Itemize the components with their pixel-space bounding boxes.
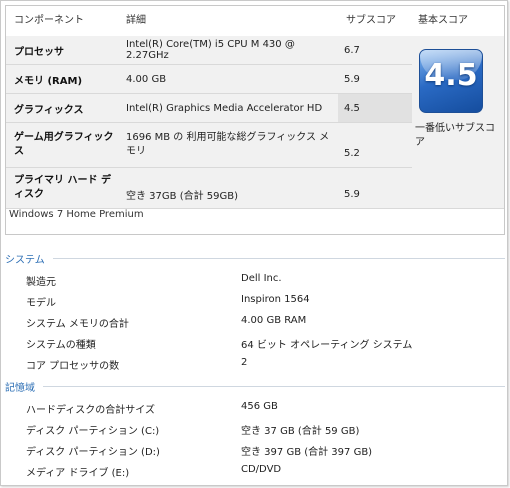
subscore-primary-disk: 5.9 bbox=[344, 188, 360, 200]
base-score-caption: 一番低いサブスコア bbox=[415, 123, 495, 148]
system-key: 製造元 bbox=[26, 277, 56, 288]
system-value: 2 bbox=[241, 357, 248, 368]
subscore-processor: 6.7 bbox=[344, 44, 360, 56]
header-subscore: サブスコア bbox=[346, 15, 396, 26]
header-basescore: 基本スコア bbox=[418, 15, 468, 26]
storage-heading: 記憶域 bbox=[5, 383, 35, 394]
window-frame: コンポーネント 詳細 サブスコア 基本スコア プロセッサ Intel(R) Co… bbox=[0, 0, 508, 486]
system-value: Inspiron 1564 bbox=[241, 294, 310, 305]
component-primary-disk: プライマリ ハード ディスク bbox=[14, 175, 111, 200]
subscore-graphics: 4.5 bbox=[344, 102, 360, 114]
subscore-gaming-graphics: 5.2 bbox=[344, 147, 360, 159]
detail-processor: Intel(R) Core(TM) i5 CPU M 430 @ 2.27GHz bbox=[126, 39, 295, 61]
system-value: 4.00 GB RAM bbox=[241, 315, 307, 326]
component-memory: メモリ (RAM) bbox=[14, 75, 83, 87]
storage-key: ディスク パーティション (C:) bbox=[26, 426, 160, 437]
detail-memory: 4.00 GB bbox=[126, 73, 167, 85]
system-divider bbox=[53, 258, 505, 259]
base-score-value: 4.5 bbox=[424, 58, 478, 93]
score-table: コンポーネント 詳細 サブスコア 基本スコア プロセッサ Intel(R) Co… bbox=[5, 5, 505, 235]
detail-graphics: Intel(R) Graphics Media Accelerator HD bbox=[126, 102, 323, 114]
storage-key: ディスク パーティション (D:) bbox=[26, 447, 160, 458]
storage-value: 空き 37 GB (合計 59 GB) bbox=[241, 426, 360, 437]
detail-gaming-graphics: 1696 MB の 利用可能な総グラフィックス メモリ bbox=[126, 132, 330, 157]
header-component: コンポーネント bbox=[14, 15, 84, 26]
system-key: システム メモリの合計 bbox=[26, 319, 129, 330]
component-graphics: グラフィックス bbox=[14, 104, 84, 116]
header-detail: 詳細 bbox=[126, 15, 146, 26]
system-key: システムの種類 bbox=[26, 340, 96, 351]
subscore-memory: 5.9 bbox=[344, 73, 360, 85]
detail-primary-disk: 空き 37GB (合計 59GB) bbox=[126, 190, 239, 202]
system-key: コア プロセッサの数 bbox=[26, 361, 120, 372]
storage-value: 456 GB bbox=[241, 401, 278, 412]
component-gaming-graphics: ゲーム用グラフィックス bbox=[14, 132, 114, 157]
system-heading: システム bbox=[5, 255, 45, 266]
windows-edition: Windows 7 Home Premium bbox=[9, 209, 144, 220]
storage-value: 空き 397 GB (合計 397 GB) bbox=[241, 447, 373, 458]
storage-key: ハードディスクの合計サイズ bbox=[26, 405, 155, 416]
component-processor: プロセッサ bbox=[14, 46, 64, 58]
system-value: 64 ビット オペレーティング システム bbox=[241, 340, 413, 351]
system-value: Dell Inc. bbox=[241, 273, 282, 284]
system-key: モデル bbox=[26, 298, 56, 309]
storage-key: メディア ドライブ (E:) bbox=[26, 468, 130, 479]
storage-divider bbox=[43, 386, 505, 387]
base-score-badge: 4.5 bbox=[419, 49, 483, 113]
storage-value: CD/DVD bbox=[241, 464, 282, 475]
